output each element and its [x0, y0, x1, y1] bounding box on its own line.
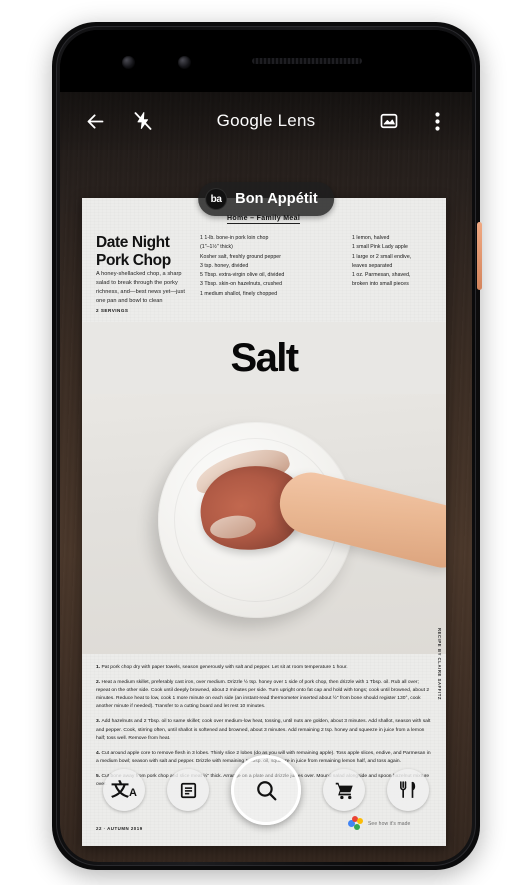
- result-chip-label: Bon Appétit: [235, 191, 318, 207]
- ingredient-item: 1 medium shallot, finely chopped: [200, 290, 278, 297]
- camera-viewfinder[interactable]: Google Lens ba Bon Appétit Home – Family…: [60, 92, 472, 862]
- recipe-servings: 2 SERVINGS: [96, 308, 129, 313]
- ingredient-item: leaves separated: [352, 262, 393, 269]
- ingredient-item: 3 tsp. honey, divided: [200, 262, 249, 269]
- power-button[interactable]: [477, 222, 482, 290]
- recipe-step-text: Pat pork chop dry with paper towels, sea…: [101, 665, 348, 670]
- google-footer-text: See how it's made: [368, 821, 411, 827]
- lens-mode-toolbar: 文A: [60, 755, 472, 825]
- feature-title: Salt: [230, 335, 300, 380]
- ingredients-column-1: 1 1-lb. bone-in pork loin chop (1"–1½" t…: [200, 234, 340, 299]
- recipe-dek: A honey-shellacked chop, a sharp salad t…: [96, 271, 185, 305]
- ingredient-item: Kosher salt, freshly ground pepper: [200, 253, 281, 260]
- earpiece-speaker: [252, 58, 362, 64]
- recipe-photo: [82, 394, 446, 654]
- result-chip[interactable]: ba Bon Appétit: [198, 182, 334, 216]
- recipe-step: 2. Heat a medium skillet, preferably cas…: [96, 679, 432, 711]
- fork-knife-icon: [398, 780, 418, 800]
- feature-title-band: Salt: [82, 322, 446, 394]
- front-sensor-icon: [178, 56, 191, 69]
- phone-top-bezel: [60, 30, 472, 92]
- screenshot-root: Google Lens ba Bon Appétit Home – Family…: [0, 0, 532, 885]
- recipe-step-text: Add hazelnuts and 2 Tbsp. oil to same sk…: [96, 719, 431, 741]
- ingredient-item: 1 oz. Parmesan, shaved,: [352, 272, 411, 278]
- ingredient-item: 5 Tbsp. extra-virgin olive oil, divided: [200, 272, 285, 278]
- recipe-headline-line2: Pork Chop: [96, 251, 171, 269]
- recipe-credit: RECIPE BY CLAIRE SAFFITZ: [437, 628, 442, 701]
- gallery-icon[interactable]: [372, 104, 406, 138]
- recipe-headline: Date Night Pork Chop: [96, 234, 186, 269]
- recipe-headline-line1: Date Night: [96, 234, 170, 251]
- shopping-cart-icon: [334, 780, 355, 801]
- ingredient-item: (1"–1½" thick): [200, 244, 233, 251]
- magazine-kicker: Home – Family Meal: [227, 215, 301, 224]
- shopping-mode-button[interactable]: [323, 769, 365, 811]
- text-mode-button[interactable]: [167, 769, 209, 811]
- translate-icon: 文A: [111, 780, 137, 800]
- app-title-product: Lens: [277, 111, 316, 130]
- translate-mode-button[interactable]: 文A: [103, 769, 145, 811]
- dining-mode-button[interactable]: [387, 769, 429, 811]
- app-bar-right-actions: [372, 104, 454, 138]
- phone-screen: Google Lens ba Bon Appétit Home – Family…: [60, 30, 472, 862]
- ingredient-item: broken into small pieces: [352, 281, 409, 288]
- ingredient-item: 1 lemon, halved: [352, 235, 390, 241]
- lens-search-shutter-button[interactable]: [231, 755, 301, 825]
- magazine-page: Home – Family Meal Date Night Pork Chop …: [82, 198, 446, 846]
- app-title-brand: Google: [216, 111, 273, 130]
- recipe-step: 1. Pat pork chop dry with paper towels, …: [96, 664, 432, 672]
- ingredient-item: 1 1-lb. bone-in pork loin chop: [200, 235, 269, 241]
- ingredient-item: 1 small Pink Lady apple: [352, 244, 408, 251]
- overflow-menu-icon[interactable]: [420, 104, 454, 138]
- app-bar: Google Lens: [60, 92, 472, 150]
- recipe-step-text: Heat a medium skillet, preferably cast i…: [96, 680, 430, 710]
- ingredients-column-2: 1 lemon, halved 1 small Pink Lady apple 1 …: [352, 234, 440, 290]
- ingredient-item: 3 Tbsp. skin-on hazelnuts, crushed: [200, 281, 283, 288]
- recipe-step: 3. Add hazelnuts and 2 Tbsp. oil to same…: [96, 718, 432, 742]
- front-camera-icon: [122, 56, 135, 69]
- search-icon: [254, 778, 279, 803]
- bon-appetit-logo-icon: ba: [205, 188, 228, 210]
- page-folio: 22 · AUTUMN 2019: [96, 826, 143, 831]
- ingredient-item: 1 large or 2 small endive,: [352, 253, 412, 260]
- text-lines-icon: [179, 781, 198, 800]
